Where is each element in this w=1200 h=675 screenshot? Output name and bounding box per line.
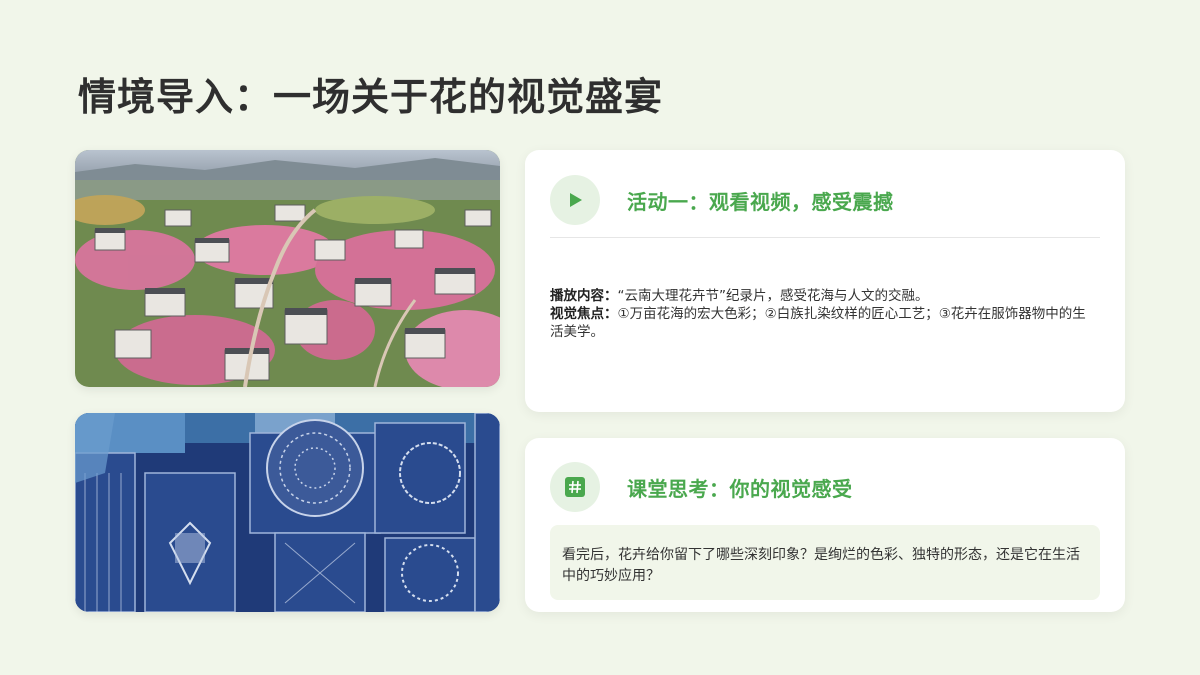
activity-body: 播放内容：“云南大理花卉节”纪录片，感受花海与人文的交融。 视觉焦点：①万亩花海…	[550, 287, 1095, 341]
content-text: “云南大理花卉节”纪录片，感受花海与人文的交融。	[617, 288, 929, 304]
play-icon-circle[interactable]	[550, 175, 600, 225]
hash-icon-circle[interactable]	[550, 462, 600, 512]
reflection-title: 课堂思考：你的视觉感受	[627, 477, 853, 501]
divider	[550, 237, 1100, 238]
page-title: 情境导入：一场关于花的视觉盛宴	[78, 74, 664, 119]
focus-label: 视觉焦点：	[550, 306, 618, 322]
content-line: 播放内容：“云南大理花卉节”纪录片，感受花海与人文的交融。	[550, 287, 1095, 305]
play-icon	[570, 193, 582, 207]
reflection-question-box: 看完后，花卉给你留下了哪些深刻印象？是绚烂的色彩、独特的形态，还是它在生活中的巧…	[550, 525, 1100, 600]
bai-tie-dye-fabric-photo	[75, 413, 500, 612]
focus-line: 视觉焦点：①万亩花海的宏大色彩；②白族扎染纹样的匠心工艺；③花卉在服饰器物中的生…	[550, 305, 1095, 341]
focus-text: ①万亩花海的宏大色彩；②白族扎染纹样的匠心工艺；③花卉在服饰器物中的生活美学。	[550, 306, 1086, 340]
hash-icon	[565, 477, 585, 497]
activity-title: 活动一：观看视频，感受震撼	[627, 190, 894, 214]
dali-flower-village-photo	[75, 150, 500, 387]
reflection-question: 看完后，花卉给你留下了哪些深刻印象？是绚烂的色彩、独特的形态，还是它在生活中的巧…	[562, 547, 1080, 584]
activity-card: 活动一：观看视频，感受震撼 播放内容：“云南大理花卉节”纪录片，感受花海与人文的…	[525, 150, 1125, 412]
reflection-card: 课堂思考：你的视觉感受 看完后，花卉给你留下了哪些深刻印象？是绚烂的色彩、独特的…	[525, 438, 1125, 612]
content-label: 播放内容：	[550, 288, 618, 304]
